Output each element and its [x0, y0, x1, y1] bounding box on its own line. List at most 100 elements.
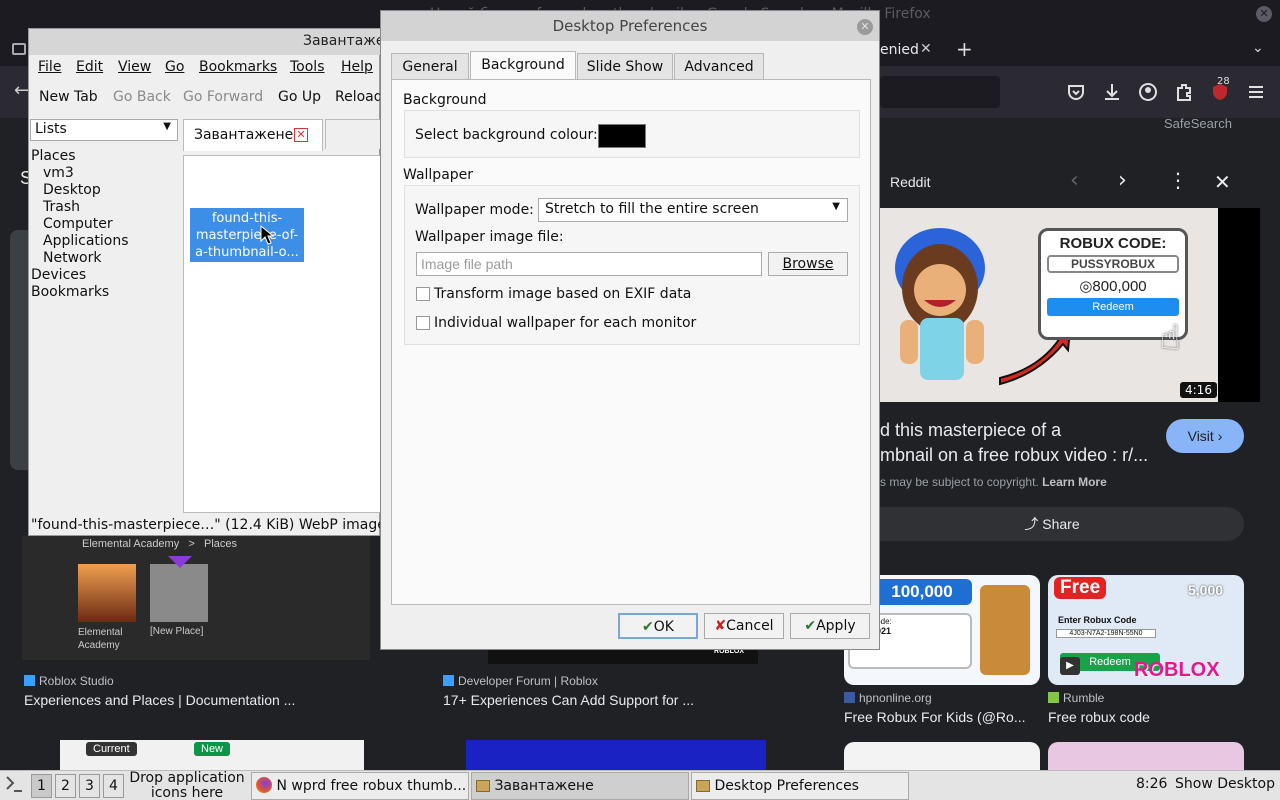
close-preview-icon[interactable]: ✕ — [1214, 170, 1231, 194]
menu-help[interactable]: Help — [341, 59, 373, 75]
related-1-source[interactable]: hpnonline.org — [844, 691, 932, 705]
ok-button[interactable]: ✔OK — [618, 613, 698, 639]
folder-tab[interactable]: Завантажене ✕ — [183, 119, 323, 151]
more-options-icon[interactable]: ⋮ — [1168, 170, 1188, 190]
preview-source-label[interactable]: Reddit — [890, 174, 930, 190]
ok-label: OK — [653, 619, 674, 635]
video-duration-badge: 4:16 — [1180, 382, 1217, 398]
launcher-drop-zone[interactable]: Drop application icons here — [128, 771, 246, 800]
url-bar[interactable] — [880, 76, 1000, 108]
individual-wallpaper-checkbox[interactable] — [416, 316, 430, 330]
tab-overflow-chevron-icon[interactable]: ⌄ — [1252, 40, 1264, 56]
workspace-3[interactable]: 3 — [79, 774, 100, 798]
related-2-title[interactable]: Free robux code — [1048, 709, 1150, 725]
reload-button[interactable]: Reload — [335, 89, 383, 105]
go-back-button[interactable]: Go Back — [113, 89, 171, 105]
related-2-logo: ROBLOX — [1134, 659, 1220, 681]
task-file-manager[interactable]: Завантажене — [471, 772, 689, 800]
tab-close-icon[interactable]: ✕ — [920, 41, 932, 57]
related-image-3-partial[interactable] — [844, 742, 1040, 770]
extensions-icon[interactable] — [1174, 82, 1194, 102]
result-image-4-partial[interactable] — [466, 740, 766, 770]
result-2-title[interactable]: 17+ Experiences Can Add Support for ... — [443, 692, 694, 708]
copyright-text: s may be subject to copyright. — [880, 475, 1039, 489]
result-image-1[interactable]: Elemental Academy > Places Elemental Aca… — [22, 536, 370, 660]
sidebar-item-vm3[interactable]: vm3 — [31, 165, 181, 182]
new-tab-button[interactable]: New Tab — [39, 89, 98, 105]
file-item-selected[interactable]: found-this- masterpiece-of- a-thumbnail-… — [190, 208, 304, 262]
sidebar-item-network[interactable]: Network — [31, 250, 181, 267]
task-desktop-preferences[interactable]: Desktop Preferences — [691, 772, 909, 800]
sidebar-item-bookmarks[interactable]: Bookmarks — [31, 284, 181, 301]
side-pane-mode-select[interactable]: Lists ▼ — [30, 119, 178, 141]
apply-label: Apply — [816, 618, 856, 634]
tab-list-icon[interactable] — [12, 43, 26, 55]
visit-button[interactable]: Visit › — [1166, 419, 1244, 453]
related-2-source[interactable]: Rumble — [1048, 691, 1104, 705]
ublock-icon[interactable]: 28 — [1210, 76, 1230, 102]
sidebar-item-applications[interactable]: Applications — [31, 233, 181, 250]
go-up-button[interactable]: Go Up — [278, 89, 321, 105]
pocket-icon[interactable] — [1066, 82, 1086, 102]
dialog-close-icon[interactable]: ✕ — [857, 19, 873, 35]
devforum-favicon-icon — [443, 675, 454, 686]
wallpaper-mode-select[interactable]: Stretch to fill the entire screen ▼ — [538, 198, 848, 222]
related-1-title[interactable]: Free Robux For Kids (@Ro... — [844, 709, 1026, 725]
show-desktop-button[interactable]: Show Desktop — [1175, 776, 1275, 792]
menu-edit[interactable]: Edit — [76, 59, 103, 75]
workspace-2[interactable]: 2 — [55, 774, 76, 798]
sidebar-item-computer[interactable]: Computer — [31, 216, 181, 233]
learn-more-link[interactable]: Learn More — [1042, 475, 1107, 489]
hamburger-menu-icon[interactable] — [1246, 82, 1266, 102]
colour-picker-button[interactable] — [598, 124, 646, 148]
copyright-note: s may be subject to copyright. Learn Mor… — [880, 475, 1107, 489]
preview-title[interactable]: d this masterpiece of a mbnail on a free… — [880, 418, 1170, 468]
wallpaper-file-input[interactable] — [416, 252, 762, 276]
tab-advanced[interactable]: Advanced — [674, 53, 764, 79]
next-chevron-icon[interactable]: › — [1118, 168, 1127, 193]
sidebar-item-devices[interactable]: Devices — [31, 267, 181, 284]
back-arrow-icon[interactable]: ← — [14, 80, 29, 101]
cancel-button[interactable]: ✘Cancel — [704, 613, 784, 639]
task-firefox[interactable]: N wprd free robux thumb... — [251, 772, 469, 800]
dropdown-arrow-icon: ▼ — [163, 121, 171, 132]
related-image-2[interactable]: Free 5,000 Enter Robux Code 4J03-N7A2-19… — [1048, 575, 1244, 685]
menu-file[interactable]: File — [38, 59, 61, 75]
result-1-source[interactable]: Roblox Studio — [24, 674, 114, 688]
new-tab-plus-icon[interactable]: + — [956, 37, 973, 61]
exif-checkbox[interactable] — [416, 287, 430, 301]
menu-go[interactable]: Go — [165, 59, 184, 75]
sidebar-item-places[interactable]: Places — [31, 148, 181, 165]
colour-label: Select background colour: — [415, 127, 598, 143]
related-1-badge: 100,000 — [872, 579, 972, 605]
tab-close-icon[interactable]: ✕ — [294, 128, 308, 142]
apply-button[interactable]: ✔Apply — [790, 613, 870, 639]
prev-chevron-icon[interactable]: ‹ — [1070, 168, 1079, 193]
result-1-title[interactable]: Experiences and Places | Documentation .… — [24, 692, 295, 708]
account-icon[interactable] — [1138, 82, 1158, 102]
go-forward-button[interactable]: Go Forward — [183, 89, 263, 105]
workspace-1[interactable]: 1 — [31, 774, 52, 798]
file-manager-window: Завантажене File Edit View Go Bookmarks … — [28, 28, 402, 536]
workspace-4[interactable]: 4 — [103, 774, 124, 798]
task-firefox-label: N wprd free robux thumb... — [276, 778, 467, 794]
sidebar-item-trash[interactable]: Trash — [31, 199, 181, 216]
menu-view[interactable]: View — [118, 59, 151, 75]
share-button[interactable]: ⤴ Share — [860, 507, 1244, 541]
firefox-tab-partial[interactable]: enied — [880, 42, 919, 58]
related-image-4-partial[interactable] — [1048, 742, 1244, 770]
tab-slide-show[interactable]: Slide Show — [577, 53, 673, 79]
clock[interactable]: 8:26 — [1136, 776, 1167, 792]
safesearch-label[interactable]: SafeSearch — [1164, 116, 1232, 131]
tab-background[interactable]: Background — [470, 51, 576, 80]
browse-button[interactable]: Browse — [768, 252, 848, 276]
menu-tools[interactable]: Tools — [290, 59, 325, 75]
sidebar-item-desktop[interactable]: Desktop — [31, 182, 181, 199]
firefox-close-icon[interactable]: ✕ — [1256, 6, 1272, 22]
menu-bookmarks[interactable]: Bookmarks — [199, 59, 277, 75]
app-menu-icon[interactable] — [2, 773, 26, 797]
result-2-source[interactable]: Developer Forum | Roblox — [443, 674, 598, 688]
download-icon[interactable] — [1102, 82, 1122, 102]
tab-general[interactable]: General — [391, 53, 469, 79]
robux-code-title: ROBUX CODE: — [1059, 235, 1167, 252]
